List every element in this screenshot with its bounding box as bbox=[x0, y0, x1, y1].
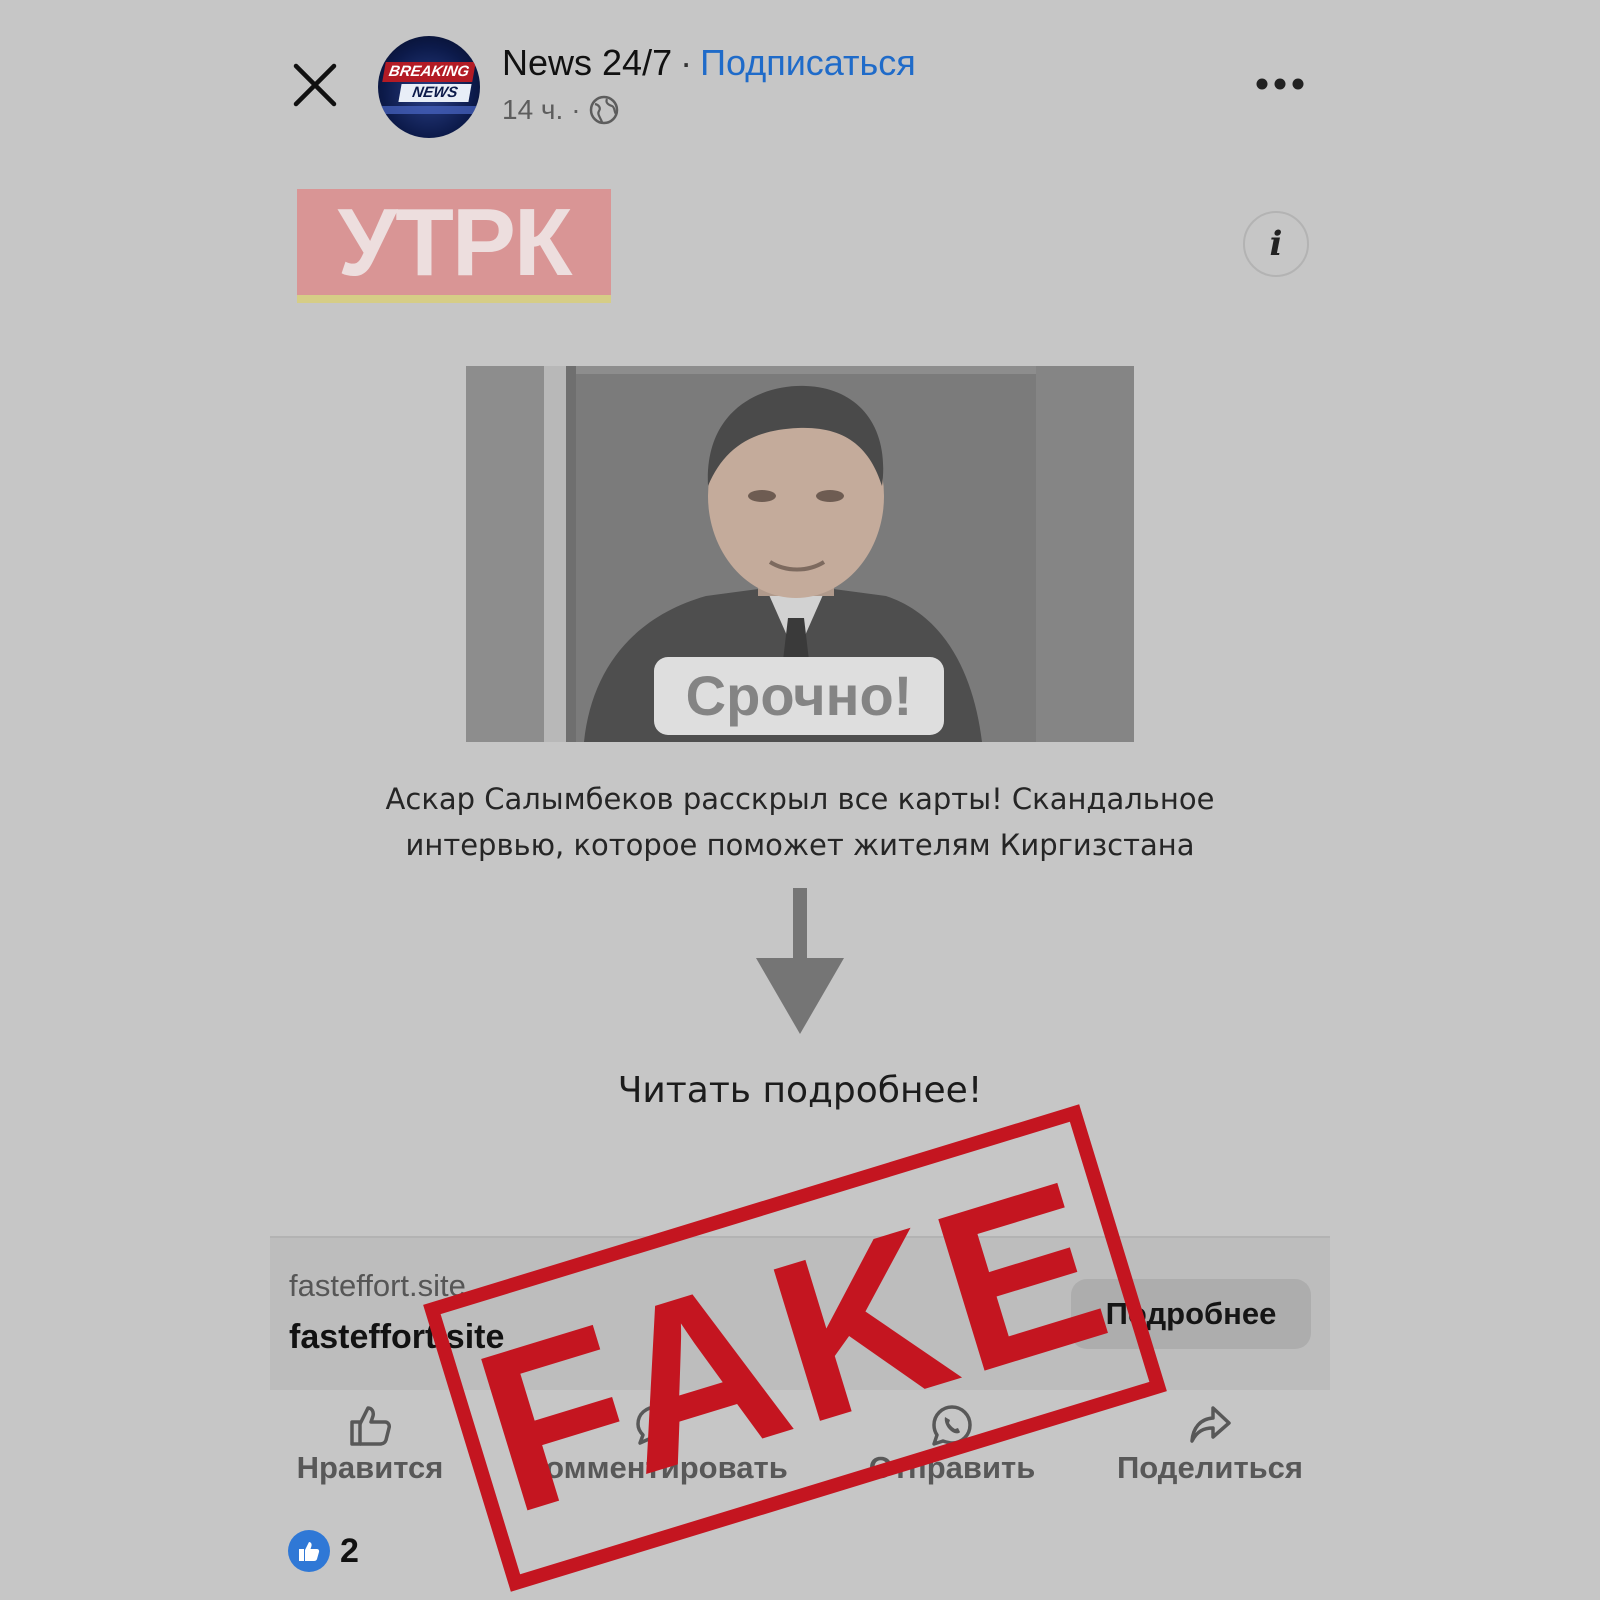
utrk-logo-text: УТРК bbox=[337, 189, 573, 296]
close-icon bbox=[293, 63, 337, 107]
subscribe-button[interactable]: Подписаться bbox=[700, 42, 916, 83]
reaction-count: 2 bbox=[340, 1531, 359, 1570]
urgent-badge: Срочно! bbox=[654, 657, 944, 735]
more-options-button[interactable] bbox=[1254, 72, 1306, 96]
share-label: Поделиться bbox=[1116, 1450, 1304, 1485]
globe-icon bbox=[589, 95, 618, 125]
post-meta: 14 ч. · bbox=[502, 94, 619, 126]
avatar-text-news: NEWS bbox=[398, 84, 472, 102]
info-icon: i bbox=[1269, 224, 1283, 264]
post-time[interactable]: 14 ч. bbox=[502, 94, 563, 126]
info-button[interactable]: i bbox=[1243, 211, 1309, 277]
avatar-text-breaking: BREAKING bbox=[382, 62, 476, 82]
post-headline: Аскар Салымбеков расскрыл все карты! Ска… bbox=[385, 782, 1215, 862]
utrk-logo: УТРК bbox=[297, 189, 611, 303]
like-reaction-icon bbox=[288, 1530, 330, 1572]
fake-stamp: FAKE bbox=[423, 1104, 1167, 1592]
reactions-summary[interactable]: 2 bbox=[288, 1530, 359, 1572]
close-button[interactable] bbox=[292, 62, 338, 108]
separator: · bbox=[680, 42, 693, 83]
share-button[interactable]: Поделиться bbox=[1104, 1404, 1316, 1486]
thumbs-up-icon bbox=[350, 1406, 391, 1446]
arrow-down-icon bbox=[756, 888, 844, 1034]
logo-stripe bbox=[297, 295, 611, 303]
post-author-line: News 24/7 · Подписаться bbox=[502, 42, 916, 84]
like-label: Нравится bbox=[296, 1450, 444, 1485]
page-name-link[interactable]: News 24/7 bbox=[502, 42, 672, 83]
more-dots-icon bbox=[1256, 78, 1304, 90]
read-more-text: Читать подробнее! bbox=[617, 1070, 983, 1111]
meta-dot: · bbox=[571, 94, 581, 125]
avatar-stripe bbox=[378, 106, 480, 114]
like-button[interactable]: Нравится bbox=[288, 1404, 452, 1486]
page-avatar[interactable]: BREAKING NEWS bbox=[378, 36, 480, 138]
share-icon bbox=[1190, 1406, 1231, 1443]
post-photo[interactable]: Срочно! bbox=[466, 366, 1134, 742]
